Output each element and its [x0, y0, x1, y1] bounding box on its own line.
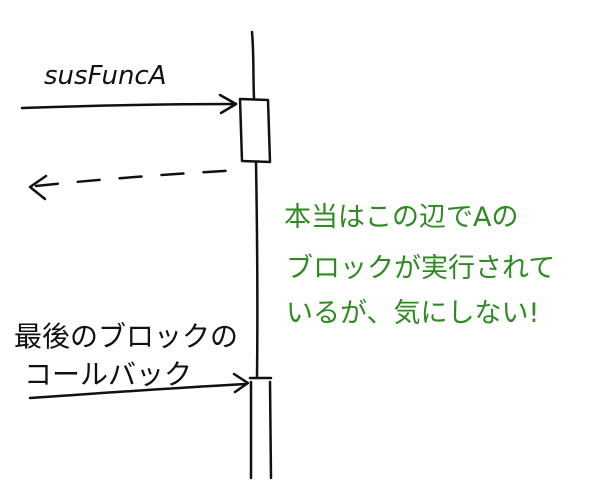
return-arrow-dashed-line	[34, 168, 242, 188]
callback-label-line2: コールバック	[24, 358, 192, 391]
note-line3: いるが、気にしない!	[286, 298, 539, 329]
callback-arrow-head	[232, 372, 250, 394]
call-label: susFuncA	[44, 61, 167, 91]
sequence-diagram-sketch: susFuncA 最後のブロックの コールバック 本当はこの辺でAの ブロックが…	[0, 0, 592, 480]
callback-label-line1: 最後のブロックの	[14, 320, 238, 353]
diagram-canvas: susFuncA 最後のブロックの コールバック 本当はこの辺でAの ブロックが…	[14, 30, 555, 480]
lifeline-bottom-right	[268, 380, 273, 480]
note-line1: 本当はこの辺でAの	[284, 202, 518, 233]
lifeline-top	[250, 30, 256, 100]
lifeline-middle	[254, 160, 259, 380]
activation-box-susfunca	[238, 97, 272, 164]
call-arrow-line	[20, 102, 238, 110]
note-line2: ブロックが実行されて	[286, 253, 555, 284]
return-arrow-head	[28, 174, 48, 201]
